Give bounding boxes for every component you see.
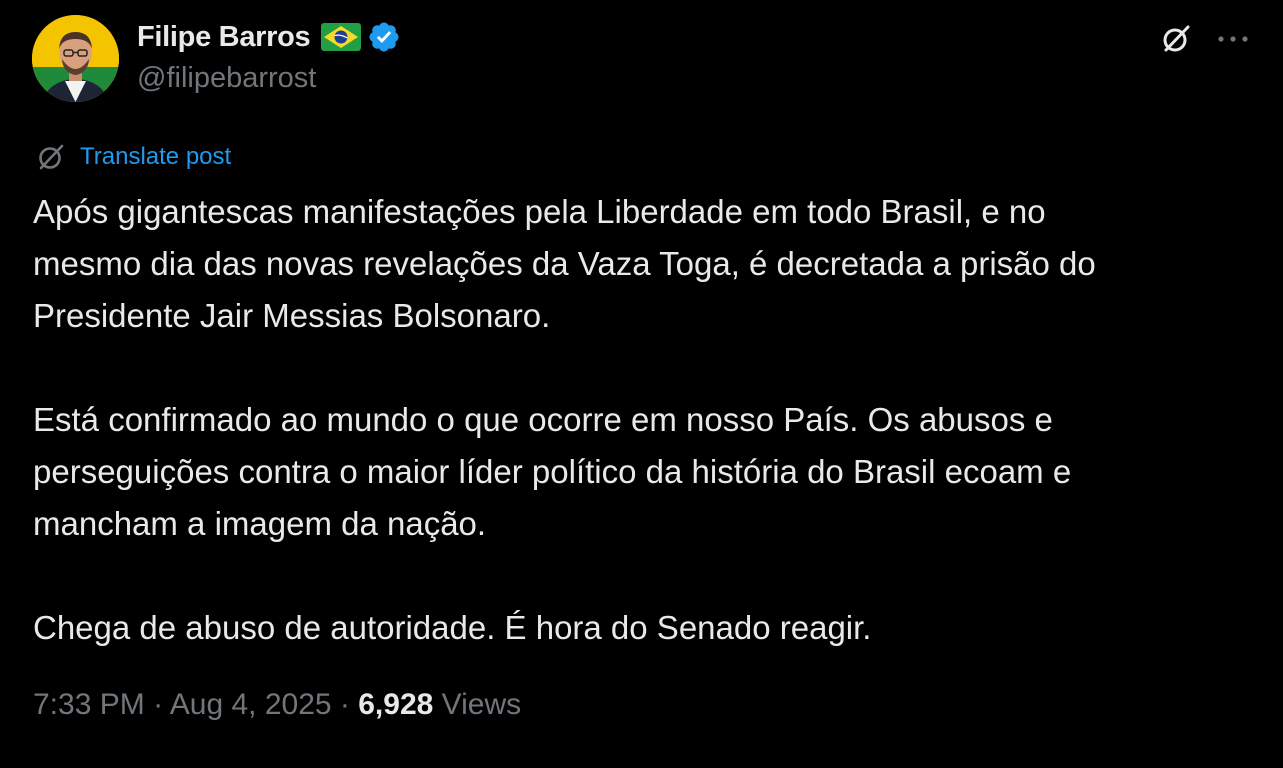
brazil-flag-icon bbox=[321, 23, 362, 51]
name-row: Filipe Barros bbox=[137, 18, 401, 56]
translate-post-link[interactable]: Translate post bbox=[34, 140, 231, 174]
post-paragraph: Está confirmado ao mundo o que ocorre em… bbox=[33, 401, 1072, 542]
top-actions bbox=[1159, 22, 1251, 56]
post-paragraph: Após gigantescas manifestações pela Libe… bbox=[33, 193, 1096, 334]
post-time[interactable]: 7:33 PM bbox=[33, 688, 145, 721]
verified-badge-icon[interactable] bbox=[367, 20, 401, 54]
handle[interactable]: @filipebarrost bbox=[137, 62, 401, 95]
display-name[interactable]: Filipe Barros bbox=[137, 21, 311, 54]
author-block: Filipe Barros @filipebarrost bbox=[137, 18, 401, 95]
post-paragraph: Chega de abuso de autoridade. É hora do … bbox=[33, 609, 872, 646]
translate-post-label: Translate post bbox=[80, 143, 232, 170]
post-text: Após gigantescas manifestações pela Libe… bbox=[33, 186, 1263, 654]
more-options-icon[interactable] bbox=[1215, 22, 1251, 56]
post-date[interactable]: Aug 4, 2025 bbox=[170, 688, 332, 721]
meta-separator: · bbox=[144, 688, 170, 721]
views-label: Views bbox=[433, 688, 522, 721]
avatar-image bbox=[32, 15, 119, 102]
grok-icon[interactable] bbox=[1159, 22, 1193, 56]
meta-separator: · bbox=[331, 688, 359, 721]
grok-icon bbox=[34, 140, 68, 174]
post-meta: 7:33 PM · Aug 4, 2025 · 6,928 Views bbox=[33, 688, 521, 722]
avatar[interactable] bbox=[32, 15, 119, 102]
post: Filipe Barros @filipebarrost Translate p… bbox=[0, 0, 1283, 768]
views-count: 6,928 bbox=[358, 688, 434, 721]
